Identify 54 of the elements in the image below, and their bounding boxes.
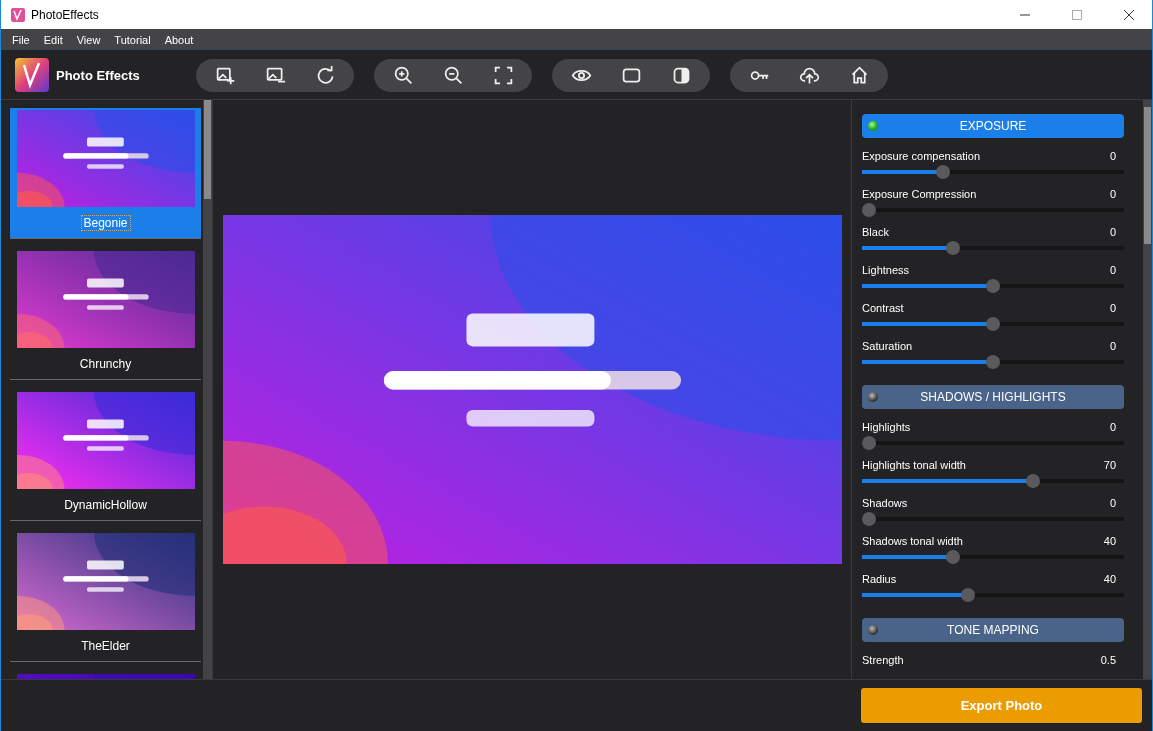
app-logo	[15, 58, 49, 92]
preset-item[interactable]: Begonie	[10, 108, 202, 239]
slider-label: Exposure Compression	[862, 188, 977, 200]
slider-value: 0	[1109, 421, 1117, 433]
menu-item[interactable]: View	[69, 33, 108, 46]
slider-label: Saturation	[862, 340, 913, 352]
scrollbar[interactable]	[1143, 100, 1152, 679]
slider-thumb[interactable]	[946, 550, 961, 564]
section-header[interactable]: TONE MAPPING	[862, 618, 1125, 642]
slider-label: Highlights	[862, 421, 911, 433]
section-header[interactable]: EXPOSURE	[862, 114, 1125, 138]
menu-item[interactable]: About	[157, 33, 201, 46]
slider-label: Black	[862, 226, 889, 238]
app-name: Photo Effects	[56, 67, 141, 83]
slider-label: Shadows tonal width	[862, 535, 963, 547]
slider-thumb[interactable]	[862, 512, 876, 526]
slider-thumb[interactable]	[936, 165, 951, 179]
slider-value: 0	[1109, 497, 1117, 509]
slider-value: 0	[1109, 188, 1117, 200]
slider-thumb[interactable]	[986, 355, 1000, 369]
slider-value: 0	[1109, 226, 1117, 238]
slider-value: 0	[1109, 302, 1117, 314]
preset-item[interactable]: Chrunchy	[10, 249, 202, 380]
close-icon[interactable]	[1123, 8, 1135, 21]
slider-label: Exposure compensation	[862, 150, 980, 162]
preset-item[interactable]: TheElder	[10, 531, 202, 662]
slider-value: 40	[1103, 573, 1117, 585]
slider-thumb[interactable]	[986, 279, 1000, 293]
preset-item[interactable]: DynamicHollow	[10, 390, 202, 521]
slider-label: Contrast	[862, 302, 904, 314]
menu-item[interactable]: Tutorial	[107, 33, 158, 46]
slider-value: 0.5	[1100, 654, 1117, 666]
slider-label: Shadows	[862, 497, 908, 509]
slider-thumb[interactable]	[961, 588, 976, 602]
slider-thumb[interactable]	[862, 203, 876, 217]
slider-label: Highlights tonal width	[862, 459, 966, 471]
slider-label: Radius	[862, 573, 897, 585]
window-title: PhotoEffects	[31, 7, 100, 22]
scrollbar[interactable]	[203, 100, 212, 679]
menu-item[interactable]: Edit	[36, 33, 70, 46]
slider-thumb[interactable]	[1025, 474, 1040, 488]
slider-thumb[interactable]	[862, 436, 876, 450]
app-icon	[11, 7, 25, 22]
slider-value: 70	[1103, 459, 1117, 471]
slider-value: 0	[1109, 340, 1117, 352]
slider-thumb[interactable]	[946, 241, 961, 255]
slider-value: 0	[1109, 150, 1117, 162]
section-header[interactable]: SHADOWS / HIGHLIGHTS	[862, 385, 1125, 409]
slider-value: 40	[1103, 535, 1117, 547]
slider-value: 0	[1109, 264, 1117, 276]
slider-label: Lightness	[862, 264, 910, 276]
menu-item[interactable]: File	[5, 33, 37, 46]
slider-thumb[interactable]	[986, 317, 1000, 331]
slider-label: Strength	[862, 654, 904, 666]
